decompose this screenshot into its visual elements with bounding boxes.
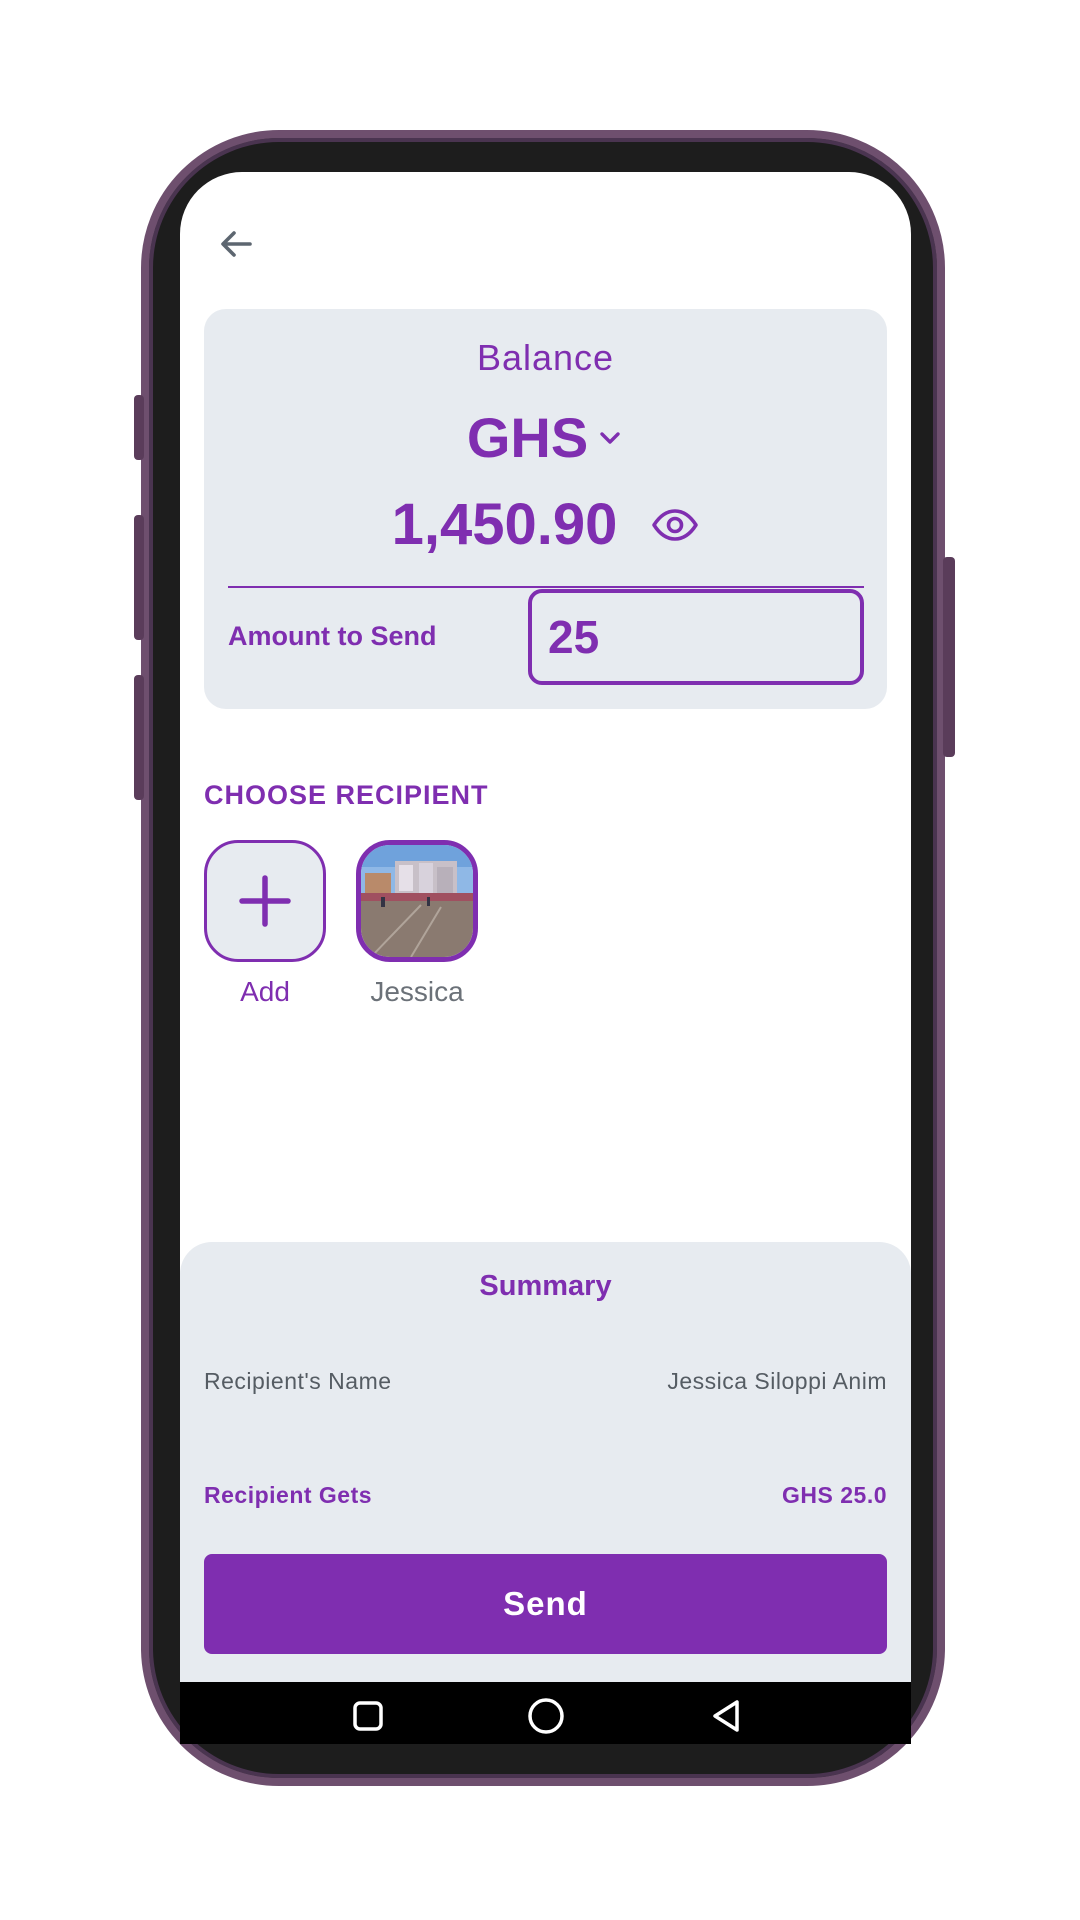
amount-to-send-input[interactable] [528,589,864,685]
send-button[interactable]: Send [204,1554,887,1654]
summary-panel: Summary Recipient's Name Jessica Siloppi… [180,1242,911,1682]
recipient-gets-label: Recipient Gets [204,1482,373,1508]
phone-side-button-left-2 [134,515,144,640]
phone-side-button-left-3 [134,675,144,800]
circle-icon [528,1698,564,1734]
amount-to-send-label: Amount to Send [228,621,437,651]
arrow-left-icon [221,231,252,257]
chevron-down-icon [600,431,620,444]
phone-side-button-left-1 [134,395,144,460]
balance-label: Balance [476,337,615,378]
square-icon [353,1701,383,1731]
add-recipient-button[interactable]: Add [204,840,326,1008]
nav-home-button[interactable] [526,1696,566,1736]
recipient-name-label: Recipient's Name [204,1368,392,1394]
plus-icon [239,875,291,927]
recipient-name-row: Recipient's Name Jessica Siloppi Anim [204,1368,887,1395]
triangle-back-icon [713,1700,739,1732]
recipient-gets-row: Recipient Gets GHS 25.0 [204,1482,887,1509]
phone-side-button-right [943,557,955,757]
balance-amount-row: 1,450.90 [204,491,887,558]
choose-recipient-title: CHOOSE RECIPIENT [204,780,489,810]
add-recipient-tile[interactable] [204,840,326,962]
stage: Balance GHS 1,450.90 Amount to Send CHOO… [0,0,1080,1920]
android-nav-bar [180,1682,911,1744]
balance-divider [228,586,864,588]
currency-selector[interactable]: GHS [204,405,887,470]
summary-title: Summary [479,1270,612,1302]
app-screen: Balance GHS 1,450.90 Amount to Send CHOO… [180,172,911,1744]
currency-code: GHS [466,406,589,469]
recipient-name-value: Jessica Siloppi Anim [667,1368,887,1394]
recipient-jessica[interactable]: Jessica [356,840,478,1008]
avatar-photo [361,845,473,957]
recipient-gets-value: GHS 25.0 [782,1482,887,1508]
nav-recents-button[interactable] [348,1696,388,1736]
back-button[interactable] [206,214,266,274]
balance-card: Balance GHS 1,450.90 Amount to Send [204,309,887,709]
nav-back-button[interactable] [707,1696,747,1736]
recipient-name-jessica: Jessica [370,976,464,1007]
balance-amount: 1,450.90 [391,492,618,557]
add-recipient-label: Add [240,976,290,1007]
eye-icon[interactable] [651,508,699,542]
recipient-avatar[interactable] [356,840,478,962]
